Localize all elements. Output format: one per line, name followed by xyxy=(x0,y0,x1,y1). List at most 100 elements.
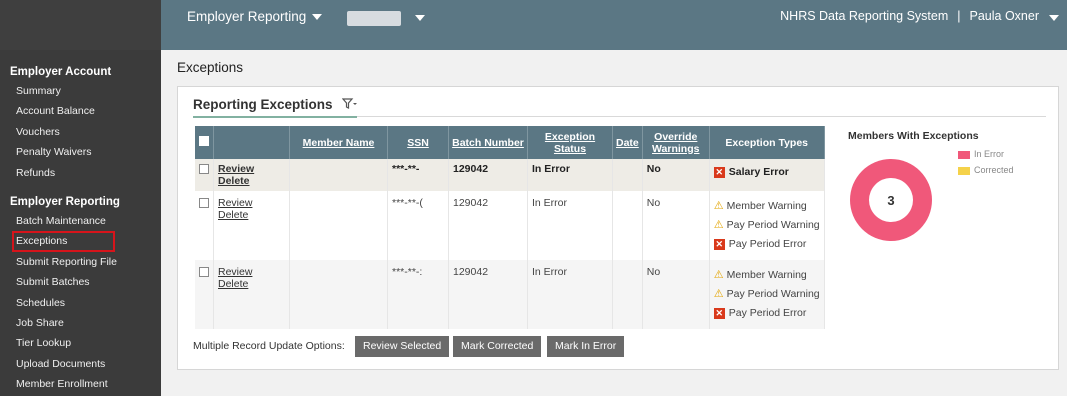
panel-title-underline xyxy=(193,116,357,118)
sidebar-logo-area xyxy=(0,0,161,50)
override-warnings-cell: No xyxy=(642,260,710,329)
donut-center-label: 3 xyxy=(887,193,894,208)
exception-type-item: ⚠ Member Warning xyxy=(714,197,820,216)
chart-title: Members With Exceptions xyxy=(848,130,979,142)
warning-icon: ⚠ xyxy=(713,219,724,231)
batch-number-cell: 129042 xyxy=(448,191,528,260)
review-selected-button[interactable]: Review Selected xyxy=(355,336,450,357)
sidebar-item-submit-reporting-file[interactable]: Submit Reporting File xyxy=(0,252,161,272)
exceptions-table: Member Name SSN Batch Number Exception S… xyxy=(195,126,825,329)
exception-type-label: Pay Period Error xyxy=(728,307,807,319)
system-name: NHRS Data Reporting System xyxy=(780,9,949,23)
warning-icon: ⚠ xyxy=(713,269,724,281)
user-name[interactable]: Paula Oxner xyxy=(970,9,1039,23)
row-actions: Review Delete xyxy=(213,159,290,191)
select-all-checkbox[interactable] xyxy=(195,126,214,159)
delete-link[interactable]: Delete xyxy=(218,278,248,290)
column-header-date[interactable]: Date xyxy=(612,126,643,159)
date-cell xyxy=(612,191,643,260)
legend-item-in-error[interactable]: In Error xyxy=(958,148,1014,164)
delete-link[interactable]: Delete xyxy=(218,175,250,187)
page-title: Exceptions xyxy=(177,60,244,75)
sidebar: Employer Account Summary Account Balance… xyxy=(0,0,161,396)
sidebar-item-penalty-waivers[interactable]: Penalty Waivers xyxy=(0,142,161,162)
sidebar-item-exceptions[interactable]: Exceptions xyxy=(0,231,161,253)
sidebar-item-summary[interactable]: Summary xyxy=(0,81,161,101)
table-row[interactable]: Review Delete ***-**-: 129042 In Error N… xyxy=(195,260,825,329)
active-item-outline xyxy=(12,231,115,253)
reporting-exceptions-panel: Reporting Exceptions Member Name SSN Bat… xyxy=(177,86,1059,370)
sidebar-item-tier-lookup[interactable]: Tier Lookup xyxy=(0,333,161,353)
exception-type-item: ✕ Salary Error xyxy=(713,163,820,182)
panel-title: Reporting Exceptions xyxy=(193,97,333,112)
exception-types-cell: ⚠ Member Warning ⚠ Pay Period Warning ✕ Pay… xyxy=(709,191,825,260)
review-link[interactable]: Review xyxy=(218,197,252,209)
ssn-cell: ***-**-: xyxy=(387,260,449,329)
exception-type-item: ⚠ Pay Period Warning xyxy=(714,216,820,235)
employer-select[interactable] xyxy=(347,11,401,26)
legend-label-in-error: In Error xyxy=(974,149,1005,159)
exception-type-item: ⚠ Pay Period Warning xyxy=(714,285,820,304)
exception-status-cell: In Error xyxy=(527,159,613,191)
ssn-cell: ***-**- xyxy=(387,159,449,191)
row-actions: Review Delete xyxy=(213,260,290,329)
exception-status-cell: In Error xyxy=(527,260,613,329)
row-checkbox[interactable] xyxy=(195,260,214,329)
member-name-cell xyxy=(289,260,388,329)
delete-link[interactable]: Delete xyxy=(218,209,248,221)
sidebar-item-account-balance[interactable]: Account Balance xyxy=(0,101,161,121)
sidebar-item-batch-maintenance[interactable]: Batch Maintenance xyxy=(0,211,161,231)
column-header-ssn[interactable]: SSN xyxy=(387,126,449,159)
exception-type-label: Pay Period Warning xyxy=(726,219,820,231)
member-name-cell xyxy=(289,159,388,191)
filter-icon[interactable] xyxy=(341,98,358,112)
mark-corrected-button[interactable]: Mark Corrected xyxy=(453,336,542,357)
sidebar-item-upload-documents[interactable]: Upload Documents xyxy=(0,354,161,374)
row-checkbox[interactable] xyxy=(195,191,214,260)
warning-icon: ⚠ xyxy=(713,200,724,212)
review-link[interactable]: Review xyxy=(218,163,254,175)
sidebar-item-refunds[interactable]: Refunds xyxy=(0,163,161,183)
legend-item-corrected[interactable]: Corrected xyxy=(958,164,1014,180)
table-row[interactable]: Review Delete ***-**- 129042 In Error No… xyxy=(195,159,825,191)
review-link[interactable]: Review xyxy=(218,266,252,278)
exception-type-item: ✕ Pay Period Error xyxy=(713,235,820,254)
donut-chart: 3 xyxy=(850,159,932,241)
column-header-member-name[interactable]: Member Name xyxy=(289,126,388,159)
actions-column-header xyxy=(213,126,290,159)
table-row[interactable]: Review Delete ***-**-( 129042 In Error N… xyxy=(195,191,825,260)
legend-label-corrected: Corrected xyxy=(974,165,1014,175)
override-warnings-cell: No xyxy=(642,191,710,260)
mark-in-error-button[interactable]: Mark In Error xyxy=(547,336,625,357)
table-header-row: Member Name SSN Batch Number Exception S… xyxy=(195,126,825,159)
warning-icon: ⚠ xyxy=(713,288,724,300)
exception-types-cell: ⚠ Member Warning ⚠ Pay Period Warning ✕ Pay… xyxy=(709,260,825,329)
panel-header: Reporting Exceptions xyxy=(193,97,358,112)
panel-divider xyxy=(357,116,1046,117)
exception-types-cell: ✕ Salary Error xyxy=(709,159,825,191)
sidebar-item-job-share[interactable]: Job Share xyxy=(0,313,161,333)
column-header-override-warnings[interactable]: Override Warnings xyxy=(642,126,710,159)
error-icon: ✕ xyxy=(713,238,725,250)
employer-reporting-menu[interactable]: Employer Reporting xyxy=(187,9,323,24)
column-header-exception-status[interactable]: Exception Status xyxy=(527,126,613,159)
legend-swatch-corrected xyxy=(958,166,970,175)
sidebar-item-submit-batches[interactable]: Submit Batches xyxy=(0,272,161,292)
chevron-down-icon[interactable] xyxy=(415,15,425,21)
sidebar-item-schedules[interactable]: Schedules xyxy=(0,293,161,313)
sidebar-item-vouchers[interactable]: Vouchers xyxy=(0,122,161,142)
exception-type-label: Pay Period Warning xyxy=(726,288,820,300)
column-header-batch-number[interactable]: Batch Number xyxy=(448,126,528,159)
date-cell xyxy=(612,260,643,329)
error-icon: ✕ xyxy=(713,307,725,319)
error-icon: ✕ xyxy=(713,166,725,178)
sidebar-section-employer-reporting: Employer Reporting xyxy=(10,195,120,208)
multiple-update-label: Multiple Record Update Options: xyxy=(193,340,345,352)
exception-type-label: Pay Period Error xyxy=(728,238,807,250)
exception-type-item: ⚠ Member Warning xyxy=(714,266,820,285)
sidebar-item-member-enrollment[interactable]: Member Enrollment xyxy=(0,374,161,394)
user-menu-chevron-icon[interactable] xyxy=(1049,15,1059,21)
exception-type-item: ✕ Pay Period Error xyxy=(713,304,820,323)
date-cell xyxy=(612,159,643,191)
row-checkbox[interactable] xyxy=(195,159,214,191)
